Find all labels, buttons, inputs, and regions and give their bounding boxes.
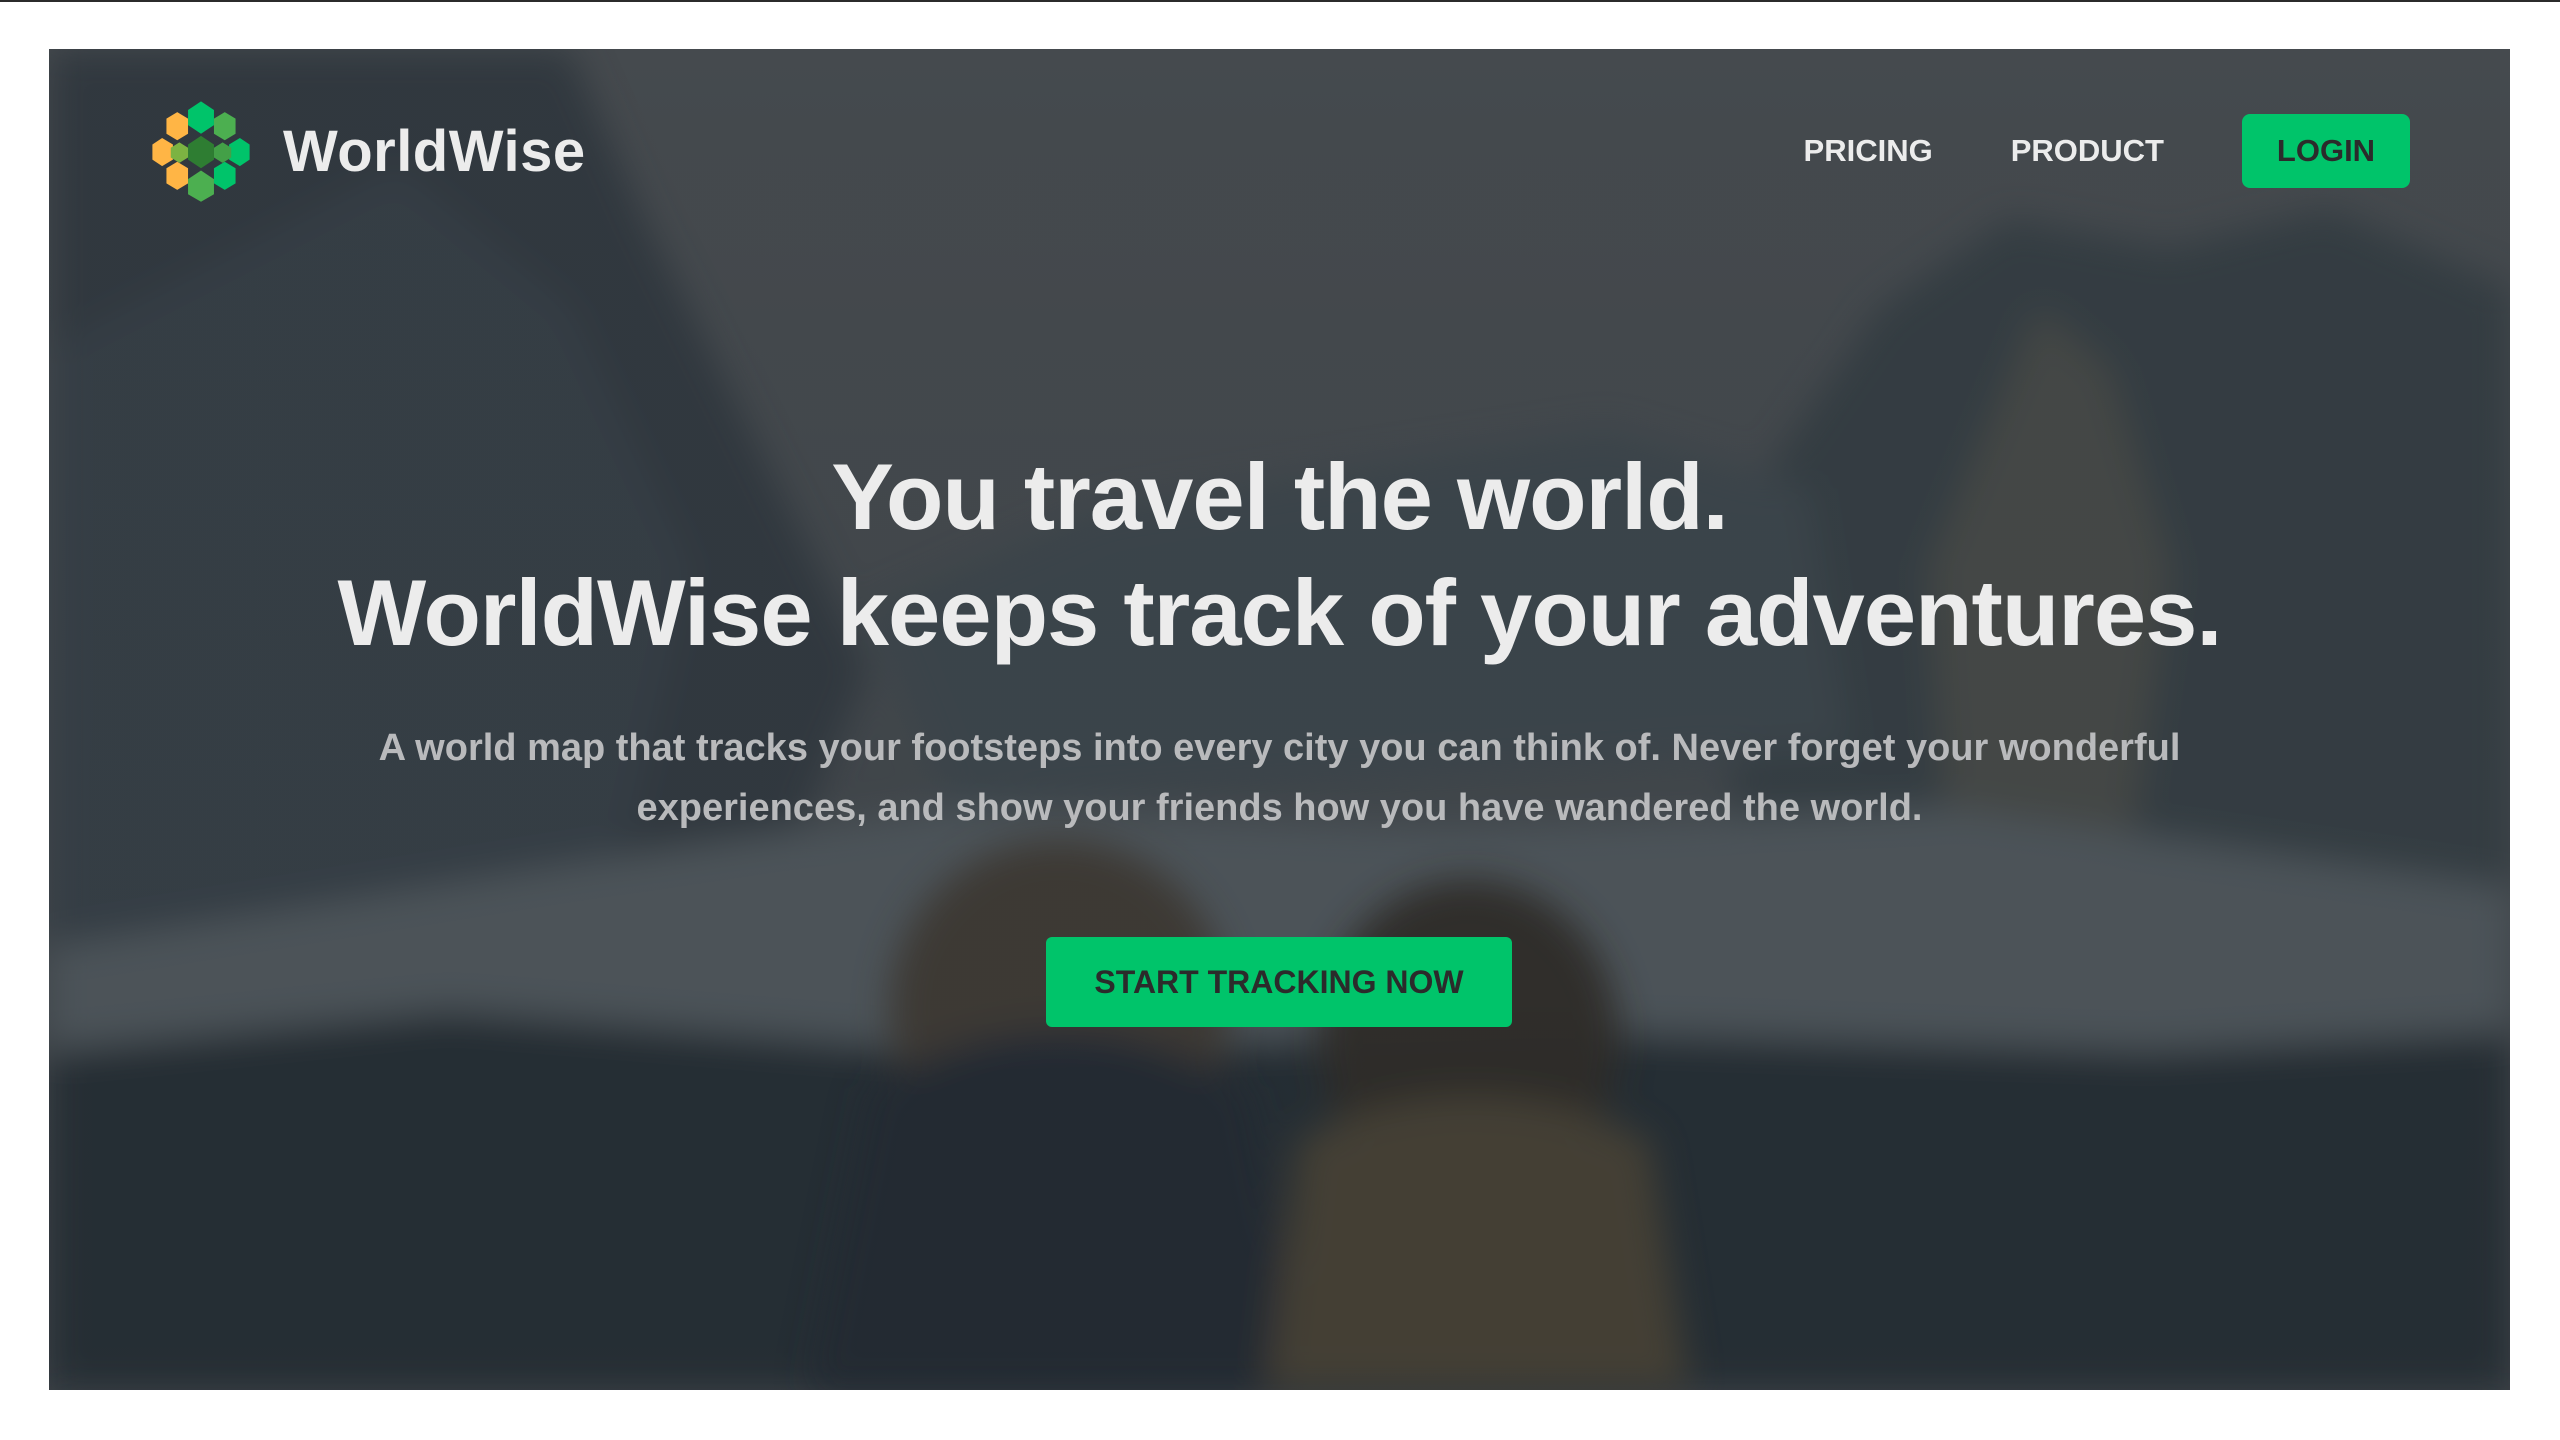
- globe-hexagon-icon: [152, 101, 250, 202]
- brand-logo[interactable]: WorldWise: [147, 97, 586, 205]
- start-tracking-button[interactable]: START TRACKING NOW: [1046, 937, 1512, 1027]
- landing-page: WorldWise PRICING PRODUCT LOGIN You trav…: [49, 49, 2510, 1390]
- hero-title-line-2: WorldWise keeps track of your adventures…: [337, 560, 2222, 665]
- top-navigation: WorldWise PRICING PRODUCT LOGIN: [49, 49, 2510, 249]
- brand-name: WorldWise: [283, 118, 586, 184]
- hero-description: A world map that tracks your footsteps i…: [378, 727, 2181, 829]
- login-button[interactable]: LOGIN: [2242, 114, 2410, 188]
- hero-title-line-1: You travel the world.: [831, 444, 1729, 549]
- nav-links: PRICING PRODUCT LOGIN: [1804, 114, 2410, 188]
- nav-link-product[interactable]: PRODUCT: [2011, 133, 2164, 169]
- window-top-border: [0, 0, 2560, 2]
- hero-title: You travel the world. WorldWise keeps tr…: [49, 439, 2510, 671]
- nav-link-pricing[interactable]: PRICING: [1804, 133, 1933, 169]
